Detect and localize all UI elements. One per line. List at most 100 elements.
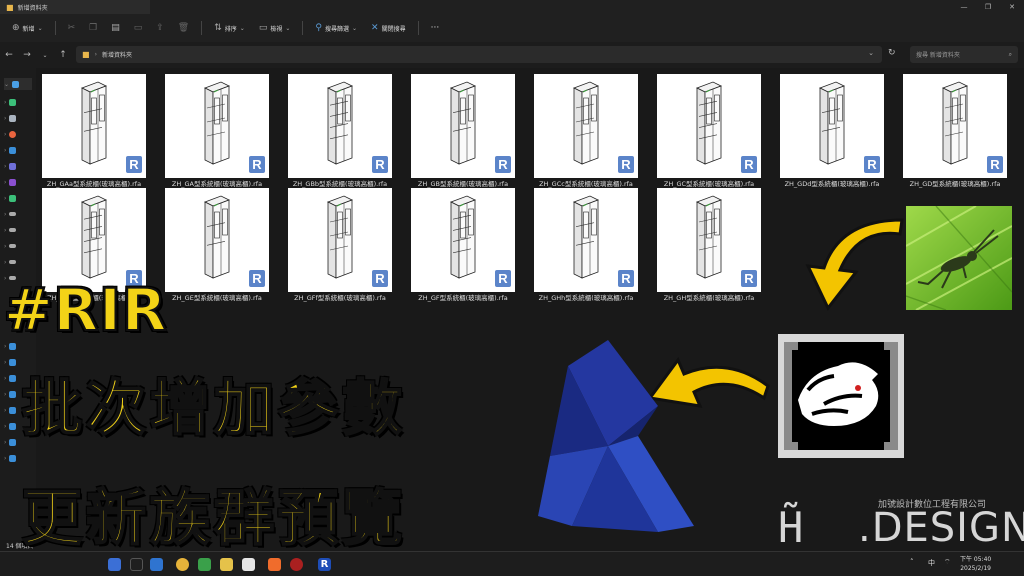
file-name: ZH_GA型系統櫃(玻璃高櫃).rfa <box>171 180 263 188</box>
view-button[interactable]: ▭ 檢視 ⌄ <box>253 18 297 38</box>
widgets-icon[interactable] <box>108 558 121 571</box>
explorer-tab[interactable]: ■ 新增資料夾 <box>0 0 150 14</box>
chevron-right-icon: › <box>4 390 7 398</box>
music-icon <box>9 130 17 138</box>
drive-icon <box>9 228 17 232</box>
notepad-icon[interactable] <box>242 558 255 571</box>
file-tile[interactable]: R ZH_GH型系統櫃(玻璃高櫃).rfa <box>657 188 761 302</box>
task-view-icon[interactable] <box>150 558 163 571</box>
delete-button[interactable]: 🗑 <box>172 18 195 38</box>
nav-item-downloads[interactable]: › <box>4 96 32 108</box>
file-tile[interactable]: R ZH_GE型系統櫃(玻璃高櫃).rfa <box>165 188 269 302</box>
nav-item-drive[interactable]: › <box>4 240 32 252</box>
sort-button[interactable]: ⇅ 排序 ⌄ <box>208 18 251 38</box>
new-button[interactable]: ⊕ 新增 ⌄ <box>6 18 49 38</box>
cut-button[interactable]: ✂ <box>62 18 82 38</box>
file-tile[interactable]: R ZH_GBb型系統櫃(玻璃高櫃).rfa <box>288 74 392 188</box>
refresh-icon[interactable]: ↻ <box>888 48 896 58</box>
brave-icon[interactable] <box>268 558 281 571</box>
command-bar: ⊕ 新增 ⌄ ✂ ❐ ▤ ▭ ⇪ 🗑 ⇅ 排序 ⌄ ▭ 檢視 ⌄ ⚲ 搜尋篩選 … <box>0 14 1024 42</box>
nav-item-music[interactable]: › <box>4 128 32 140</box>
maximize-button[interactable]: ❐ <box>976 0 1000 14</box>
monitor-icon <box>9 438 17 446</box>
file-tile[interactable]: R ZH_GDd型系統櫃(玻璃高櫃).rfa <box>780 74 884 188</box>
paste-button[interactable]: ▤ <box>105 18 126 38</box>
close-button[interactable]: ✕ <box>1000 0 1024 14</box>
line-icon[interactable] <box>198 558 211 571</box>
file-explorer-icon[interactable] <box>220 558 233 571</box>
chevron-up-icon[interactable]: ˄ <box>910 558 914 566</box>
title-bar: ■ 新增資料夾 — ❐ ✕ <box>0 0 1024 14</box>
grasshopper-logo <box>906 206 1012 310</box>
nav-item-drive[interactable]: › <box>4 256 32 268</box>
clock-date: 2025/2/19 <box>960 565 991 572</box>
taskbar: R ˄ 中 ⌔ 下午 05:40 2025/2/19 <box>0 551 1024 576</box>
file-tile[interactable]: R ZH_GF型系統櫃(玻璃高櫃).rfa <box>411 188 515 302</box>
rename-icon: ▭ <box>133 23 143 33</box>
more-button[interactable]: ··· <box>425 18 446 38</box>
start-icon[interactable] <box>130 558 143 571</box>
file-tile[interactable]: R ZH_GD型系統櫃(玻璃高櫃).rfa <box>903 74 1007 188</box>
minimize-button[interactable]: — <box>952 0 976 14</box>
chevron-right-icon: › <box>4 374 7 382</box>
filter-icon: ⚲ <box>315 23 322 33</box>
nav-item-videos[interactable]: › <box>4 160 32 172</box>
search-filter-button[interactable]: ⚲ 搜尋篩選 ⌄ <box>309 18 363 38</box>
file-name: ZH_GCc型系統櫃(玻璃高櫃).rfa <box>539 180 633 188</box>
up-icon[interactable]: ↑ <box>54 50 72 60</box>
chrome-icon[interactable] <box>176 558 189 571</box>
wifi-icon[interactable]: ⌔ <box>944 558 951 567</box>
rename-button[interactable]: ▭ <box>128 18 149 38</box>
rhino-app-icon[interactable] <box>290 558 303 571</box>
chevron-down-icon[interactable]: ⌄ <box>868 49 874 57</box>
nav-item-drive[interactable]: › <box>4 192 32 204</box>
back-icon[interactable]: ← <box>0 50 18 60</box>
nav-item-monitor[interactable]: › <box>4 452 32 464</box>
copy-button[interactable]: ❐ <box>83 18 103 38</box>
clock-time: 下午 05:40 <box>960 556 992 563</box>
file-tile[interactable]: R ZH_GB型系統櫃(玻璃高櫃).rfa <box>411 74 515 188</box>
file-tile[interactable]: R ZH_GAa型系統櫃(玻璃高櫃).rfa <box>42 74 146 188</box>
breadcrumb[interactable]: 新增資料夾 <box>102 50 132 59</box>
file-tile[interactable]: R ZH_GC型系統櫃(玻璃高櫃).rfa <box>657 74 761 188</box>
language-indicator[interactable]: 中 <box>928 558 935 568</box>
chevron-right-icon: › <box>4 162 7 170</box>
close-search-button[interactable]: ✕ 關閉搜尋 <box>365 18 412 38</box>
revit-app-icon[interactable]: R <box>318 558 331 571</box>
chevron-right-icon: › <box>4 454 7 462</box>
revit-file-icon: R <box>618 270 634 287</box>
nav-item-documents[interactable]: › <box>4 112 32 124</box>
clock[interactable]: 下午 05:40 2025/2/19 <box>960 555 991 573</box>
drive-icon <box>9 260 17 264</box>
chevron-right-icon: › <box>4 178 7 186</box>
file-tile[interactable]: R ZH_GCc型系統櫃(玻璃高櫃).rfa <box>534 74 638 188</box>
nav-item-drive[interactable]: › <box>4 224 32 236</box>
forward-icon[interactable]: → <box>18 50 36 60</box>
chevron-right-icon: › <box>4 406 7 414</box>
window-controls: — ❐ ✕ <box>952 0 1024 14</box>
address-bar[interactable]: ■ › 新增資料夾 ⌄ <box>76 46 882 63</box>
file-name: ZH_GD型系統櫃(玻璃高櫃).rfa <box>909 180 1001 188</box>
recent-chevron-icon[interactable]: ⌄ <box>36 52 54 59</box>
file-tile[interactable]: R ZH_GA型系統櫃(玻璃高櫃).rfa <box>165 74 269 188</box>
trash-icon: 🗑 <box>177 23 190 33</box>
revit-file-icon: R <box>741 270 757 287</box>
revit-file-icon: R <box>372 156 388 173</box>
file-tile[interactable]: R ZH_GHh型系統櫃(玻璃高櫃).rfa <box>534 188 638 302</box>
revit-file-icon: R <box>495 270 511 287</box>
nav-item-app[interactable]: › <box>4 176 32 188</box>
revit-file-icon: R <box>741 156 757 173</box>
file-tile[interactable]: R ZH_GFf型系統櫃(玻璃高櫃).rfa <box>288 188 392 302</box>
nav-item-this-pc[interactable]: ⌄ <box>4 78 32 90</box>
new-label: 新增 <box>22 25 35 33</box>
breadcrumb-chevron-icon: › <box>94 51 97 58</box>
search-input[interactable]: 搜尋 新增資料夾 ⌕ <box>910 46 1018 63</box>
nav-item-drive[interactable]: › <box>4 208 32 220</box>
view-icon: ▭ <box>258 23 268 33</box>
share-button[interactable]: ⇪ <box>150 18 170 38</box>
divider <box>54 21 56 35</box>
nav-item-pictures[interactable]: › <box>4 144 32 156</box>
chevron-right-icon: › <box>4 258 7 266</box>
headline-line-2: 更新族群預覽 <box>21 483 406 555</box>
app-icon <box>9 178 17 186</box>
